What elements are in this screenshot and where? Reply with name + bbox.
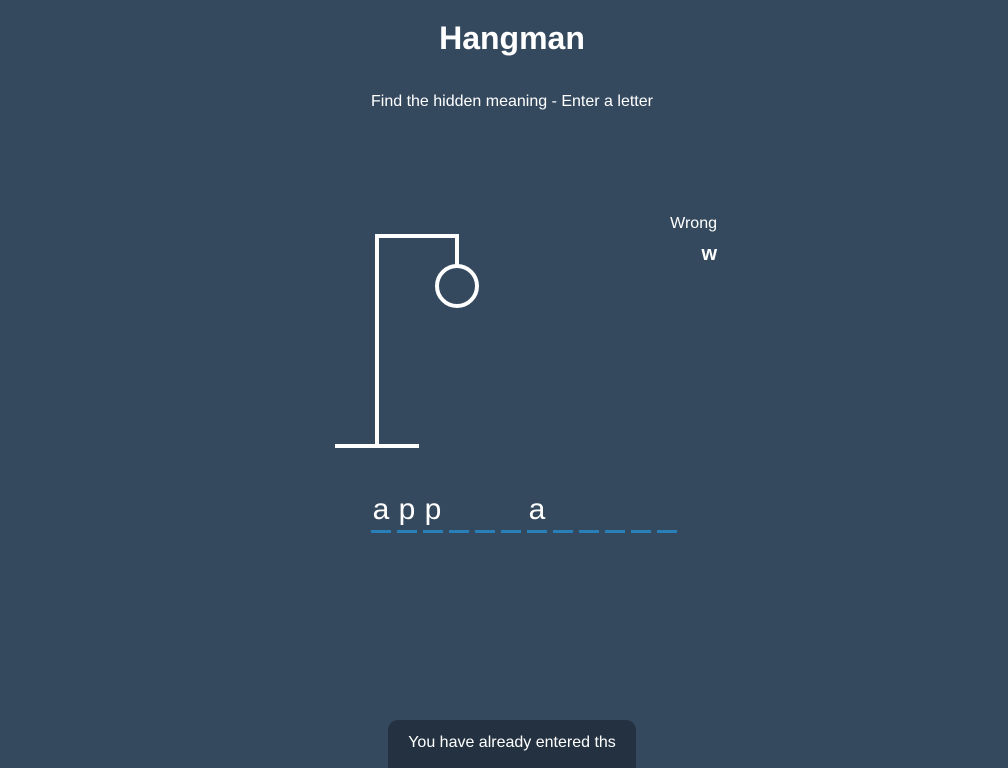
game-container: Hangman Find the hidden meaning - Enter …	[0, 0, 1008, 768]
notification-text: You have already entered ths	[408, 734, 616, 751]
hangman-head	[435, 264, 479, 308]
word-letter	[631, 490, 651, 533]
word-display: appa	[371, 490, 677, 533]
word-letter	[657, 490, 677, 533]
word-letter	[605, 490, 625, 533]
word-letter	[579, 490, 599, 533]
wrong-letter: w	[701, 243, 717, 265]
word-letter: p	[423, 490, 443, 533]
word-letter	[501, 490, 521, 533]
wrong-label: Wrong	[670, 215, 717, 232]
word-letter	[553, 490, 573, 533]
word-letter: a	[527, 490, 547, 533]
word-letter: a	[371, 490, 391, 533]
wrong-letters-panel: Wrong w	[620, 214, 717, 266]
word-letter: p	[397, 490, 417, 533]
wrong-letters-list: w	[620, 242, 717, 266]
word-letter	[449, 490, 469, 533]
word-letter	[475, 490, 495, 533]
notification-popup: You have already entered ths	[388, 720, 636, 768]
hangman-figure	[335, 234, 479, 448]
